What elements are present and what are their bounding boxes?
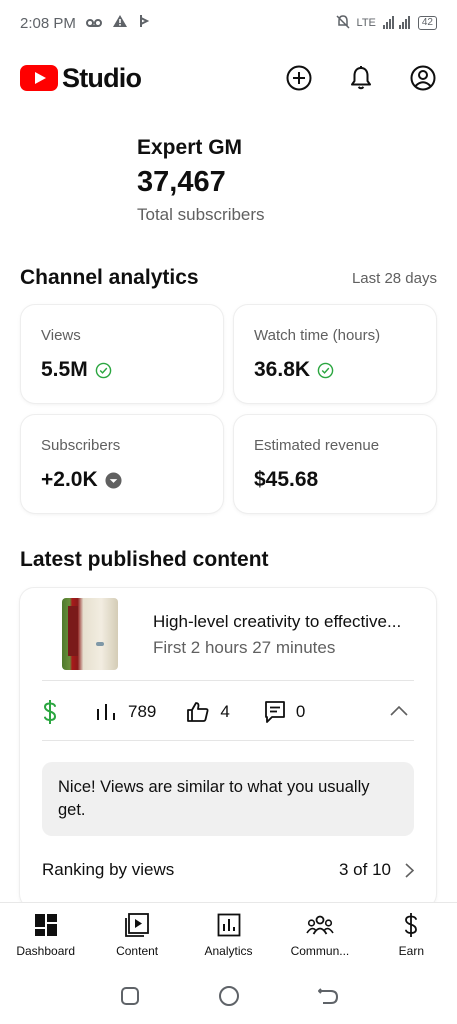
- nav-label: Analytics: [204, 944, 253, 958]
- subscribers-card[interactable]: Subscribers +2.0K: [21, 415, 223, 513]
- check-circle-icon: [317, 362, 334, 378]
- card-value: 36.8K: [254, 358, 311, 381]
- chevron-right-icon: [405, 862, 414, 878]
- nav-label: Dashboard: [16, 944, 76, 958]
- video-title[interactable]: High-level creativity to effective...: [153, 612, 423, 632]
- latest-content-title: Latest published content: [20, 548, 269, 571]
- comment-icon: [264, 701, 285, 723]
- back-icon: [317, 988, 338, 1004]
- total-subscribers-label: Total subscribers: [137, 205, 265, 224]
- status-bar: 2:08 PM LTE 42: [0, 0, 457, 46]
- card-value-row: 36.8K: [254, 358, 416, 382]
- video-thumbnail[interactable]: [62, 598, 118, 670]
- ranking-label: Ranking by views: [42, 860, 175, 879]
- bell-icon: [351, 66, 371, 90]
- analytics-period: Last 28 days: [351, 270, 437, 287]
- status-left: 2:08 PM: [20, 14, 150, 32]
- earn-icon: [397, 911, 425, 939]
- card-value: $45.68: [254, 468, 319, 491]
- nav-label: Commun...: [290, 944, 350, 958]
- revenue-card[interactable]: Estimated revenue $45.68: [234, 415, 436, 513]
- header-actions: [285, 64, 437, 92]
- signal-icon: [382, 15, 412, 32]
- nav-dashboard[interactable]: Dashboard: [0, 903, 91, 968]
- check-circle-icon: [95, 362, 111, 378]
- card-value: +2.0K: [41, 468, 98, 491]
- home-button[interactable]: [217, 984, 241, 1008]
- card-value: 5.5M: [41, 358, 88, 381]
- card-label: Subscribers: [41, 437, 121, 454]
- card-label: Watch time (hours): [254, 327, 381, 344]
- ranking-value: 3 of 10: [339, 860, 391, 879]
- community-icon: [306, 911, 334, 939]
- nav-label: Earn: [398, 944, 424, 958]
- dashboard-icon: [32, 911, 60, 939]
- arrow-down-circle-icon: [105, 471, 122, 489]
- warning-icon: [112, 14, 128, 32]
- channel-summary: Expert GM 37,467 Total subscribers: [137, 136, 265, 225]
- monetization-status[interactable]: [42, 699, 58, 725]
- nav-content[interactable]: Content: [91, 903, 182, 968]
- views-stat[interactable]: 789: [96, 702, 156, 722]
- card-value-row: $45.68: [254, 468, 416, 492]
- recents-button[interactable]: [118, 984, 142, 1008]
- dollar-icon: [43, 700, 57, 724]
- views-card[interactable]: Views 5.5M: [21, 305, 223, 403]
- nav-community[interactable]: Commun...: [274, 903, 365, 968]
- analytics-icon: [215, 911, 243, 939]
- voicemail-icon: [85, 15, 102, 32]
- watch-time-card[interactable]: Watch time (hours) 36.8K: [234, 305, 436, 403]
- total-subscribers: 37,467: [137, 166, 226, 198]
- youtube-logo-icon: [20, 65, 58, 91]
- card-label: Views: [41, 327, 81, 344]
- account-icon: [410, 65, 436, 91]
- nav-label: Content: [116, 944, 159, 958]
- status-time: 2:08 PM: [20, 14, 76, 32]
- mute-icon: [335, 14, 351, 33]
- studio-logo[interactable]: Studio: [20, 62, 142, 94]
- video-stats-row: 789 4 0: [42, 694, 414, 730]
- ranking-right: 3 of 10: [339, 860, 414, 880]
- card-label: Estimated revenue: [254, 437, 380, 454]
- comments-count: 0: [295, 702, 306, 721]
- latest-content-card: High-level creativity to effective... Fi…: [20, 588, 436, 908]
- comments-stat[interactable]: 0: [264, 700, 305, 724]
- notifications-button[interactable]: [347, 64, 375, 92]
- create-button[interactable]: [285, 64, 313, 92]
- performance-notice: Nice! Views are similar to what you usua…: [42, 762, 414, 836]
- thumbs-up-icon: [187, 702, 209, 722]
- channel-analytics-title: Channel analytics: [20, 266, 199, 289]
- likes-count: 4: [220, 702, 230, 721]
- recents-icon: [120, 987, 139, 1005]
- status-right: LTE 42: [335, 14, 437, 33]
- nav-earn[interactable]: Earn: [366, 903, 457, 968]
- collapse-button[interactable]: [390, 703, 414, 721]
- chevron-up-icon: [390, 705, 408, 716]
- account-button[interactable]: [409, 64, 437, 92]
- video-published-time: First 2 hours 27 minutes: [153, 638, 336, 657]
- cast-icon: [138, 14, 150, 32]
- system-navigation-bar: [0, 968, 457, 1024]
- nav-analytics[interactable]: Analytics: [183, 903, 274, 968]
- ranking-row[interactable]: Ranking by views 3 of 10: [42, 860, 414, 880]
- views-count: 789: [128, 702, 157, 721]
- likes-stat[interactable]: 4: [186, 700, 230, 724]
- home-icon: [218, 986, 239, 1006]
- bottom-navigation: Dashboard Content Analytics Commun... Ea…: [0, 902, 457, 968]
- divider: [42, 680, 414, 681]
- card-value-row: +2.0K: [41, 468, 203, 492]
- card-value-row: 5.5M: [41, 358, 203, 382]
- bar-chart-icon: [97, 704, 115, 720]
- channel-name: Expert GM: [137, 136, 243, 159]
- app-name: Studio: [62, 62, 142, 93]
- divider: [42, 740, 414, 741]
- battery-indicator: 42: [417, 16, 437, 30]
- network-label: LTE: [356, 17, 376, 29]
- app-header: Studio: [0, 50, 457, 106]
- content-icon: [123, 911, 151, 939]
- back-button[interactable]: [316, 984, 340, 1008]
- create-icon: [286, 65, 312, 91]
